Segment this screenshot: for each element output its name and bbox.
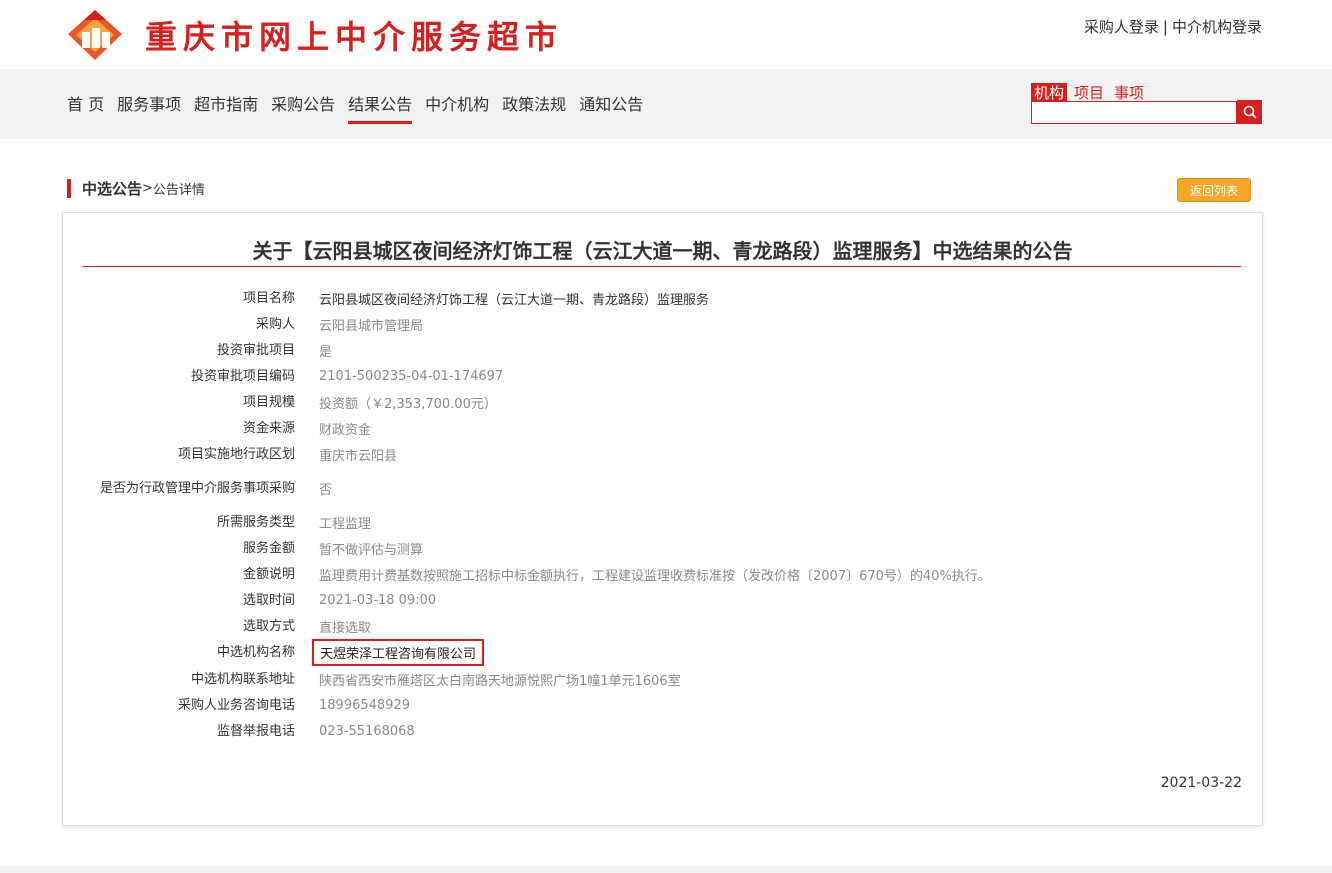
row-value: 023-55168068: [319, 723, 415, 739]
site-logo-icon[interactable]: [66, 8, 124, 62]
row-value: 直接选取: [319, 620, 372, 636]
publish-date: 2021-03-22: [1160, 775, 1242, 791]
detail-row: 是否为行政管理中介服务事项采购 否: [63, 467, 1262, 509]
search-input[interactable]: [1031, 101, 1237, 124]
selected-agency-name: 天煜荣泽工程咨询有限公司: [312, 639, 485, 666]
agency-login-link[interactable]: 中介机构登录: [1172, 18, 1262, 36]
row-label: 采购人: [255, 316, 295, 332]
row-label: 中选机构名称: [216, 645, 295, 660]
detail-row: 资金来源 财政资金: [63, 415, 1262, 441]
announcement-panel: 关于【云阳县城区夜间经济灯饰工程（云江大道一期、青龙路段）监理服务】中选结果的公…: [62, 212, 1263, 826]
detail-row: 选取时间 2021-03-18 09:00: [63, 587, 1262, 613]
back-to-list-button[interactable]: 返回列表: [1177, 178, 1251, 202]
login-links: 采购人登录 | 中介机构登录: [1084, 16, 1262, 37]
row-value: 暂不做评估与测算: [319, 542, 424, 558]
nav-item-home[interactable]: 首 页: [67, 91, 104, 124]
row-value: 投资额（￥2,353,700.00元）: [319, 396, 497, 412]
main-nav: 首 页 服务事项 超市指南 采购公告 结果公告 中介机构 政策法规 通知公告: [67, 91, 656, 124]
row-value: 云阳县城区夜间经济灯饰工程（云江大道一期、青龙路段）监理服务: [319, 292, 710, 308]
search-button[interactable]: [1237, 100, 1262, 124]
detail-row: 所需服务类型 工程监理: [63, 509, 1262, 535]
detail-row-selected-agency: 中选机构名称 天煜荣泽工程咨询有限公司: [63, 639, 1262, 666]
search-icon: [1243, 105, 1257, 119]
breadcrumb: 中选公告 > 公告详情: [67, 178, 205, 198]
row-value: 重庆市云阳县: [319, 448, 398, 464]
announcement-title: 关于【云阳县城区夜间经济灯饰工程（云江大道一期、青龙路段）监理服务】中选结果的公…: [252, 239, 1073, 263]
nav-item-guide[interactable]: 超市指南: [194, 91, 258, 124]
detail-row: 项目规模 投资额（￥2,353,700.00元）: [63, 389, 1262, 415]
search-tabs: 机构 项目 事项: [1031, 83, 1151, 103]
detail-row: 监督举报电话 023-55168068: [63, 718, 1262, 744]
breadcrumb-marker: [67, 178, 71, 198]
nav-item-results[interactable]: 结果公告: [348, 91, 413, 124]
row-value: 是: [319, 344, 333, 360]
detail-row: 项目名称 云阳县城区夜间经济灯饰工程（云江大道一期、青龙路段）监理服务: [63, 285, 1262, 311]
row-label: 中选机构联系地址: [190, 671, 295, 687]
detail-rows: 项目名称 云阳县城区夜间经济灯饰工程（云江大道一期、青龙路段）监理服务 采购人 云阳…: [63, 285, 1262, 744]
nav-item-services[interactable]: 服务事项: [117, 91, 181, 124]
breadcrumb-current: 公告详情: [152, 182, 205, 198]
nav-item-policies[interactable]: 政策法规: [502, 91, 566, 124]
row-value: 否: [319, 482, 333, 498]
site-title: 重庆市网上中介服务超市: [145, 18, 564, 56]
row-label: 是否为行政管理中介服务事项采购: [99, 480, 295, 496]
footer-strip: [0, 866, 1332, 873]
nav-item-agencies[interactable]: 中介机构: [425, 91, 489, 124]
row-label: 项目实施地行政区划: [177, 446, 295, 462]
search-tab-item[interactable]: 事项: [1111, 83, 1147, 103]
row-label: 服务金额: [242, 540, 295, 556]
search-tab-project[interactable]: 项目: [1071, 83, 1107, 103]
row-label: 投资审批项目: [216, 342, 295, 358]
row-value: 财政资金: [319, 422, 372, 438]
row-label: 资金来源: [242, 420, 295, 436]
row-value: 2101-500235-04-01-174697: [319, 368, 504, 384]
detail-row: 金额说明 监理费用计费基数按照施工招标中标金额执行，工程建设监理收费标准按（发改价…: [63, 561, 1262, 587]
row-value: 监理费用计费基数按照施工招标中标金额执行，工程建设监理收费标准按（发改价格〔20…: [319, 568, 991, 584]
row-label: 项目名称: [242, 290, 295, 306]
row-label: 选取方式: [242, 618, 295, 634]
login-separator: |: [1162, 18, 1168, 36]
row-label: 所需服务类型: [216, 514, 295, 530]
row-label: 监督举报电话: [216, 723, 295, 739]
detail-row: 采购人业务咨询电话 18996548929: [63, 692, 1262, 718]
detail-row: 中选机构联系地址 陕西省西安市雁塔区太白南路天地源悦熙广场1幢1单元1606室: [63, 666, 1262, 692]
row-value: 18996548929: [319, 697, 410, 713]
row-label: 选取时间: [242, 592, 295, 608]
detail-row: 投资审批项目编码 2101-500235-04-01-174697: [63, 363, 1262, 389]
detail-row: 投资审批项目 是: [63, 337, 1262, 363]
header: 重庆市网上中介服务超市 采购人登录 | 中介机构登录: [0, 0, 1332, 69]
row-label: 项目规模: [242, 394, 295, 410]
detail-row: 服务金额 暂不做评估与测算: [63, 535, 1262, 561]
detail-row: 项目实施地行政区划 重庆市云阳县: [63, 441, 1262, 467]
row-value: 工程监理: [319, 516, 372, 532]
buyer-login-link[interactable]: 采购人登录: [1084, 18, 1159, 36]
row-label: 采购人业务咨询电话: [177, 697, 295, 713]
breadcrumb-separator: >: [142, 180, 153, 196]
row-value: 2021-03-18 09:00: [319, 592, 437, 608]
row-label: 投资审批项目编码: [190, 368, 295, 384]
row-label: 金额说明: [242, 566, 295, 582]
row-value: 云阳县城市管理局: [319, 318, 424, 334]
nav-item-notices[interactable]: 通知公告: [579, 91, 643, 124]
nav-item-procurement[interactable]: 采购公告: [271, 91, 335, 124]
title-divider: [83, 266, 1241, 267]
row-value: 陕西省西安市雁塔区太白南路天地源悦熙广场1幢1单元1606室: [319, 673, 681, 689]
detail-row: 采购人 云阳县城市管理局: [63, 311, 1262, 337]
navbar: 首 页 服务事项 超市指南 采购公告 结果公告 中介机构 政策法规 通知公告 机…: [0, 69, 1332, 139]
search-tab-agency[interactable]: 机构: [1031, 83, 1068, 103]
detail-row: 选取方式 直接选取: [63, 613, 1262, 639]
breadcrumb-main[interactable]: 中选公告: [82, 178, 142, 199]
